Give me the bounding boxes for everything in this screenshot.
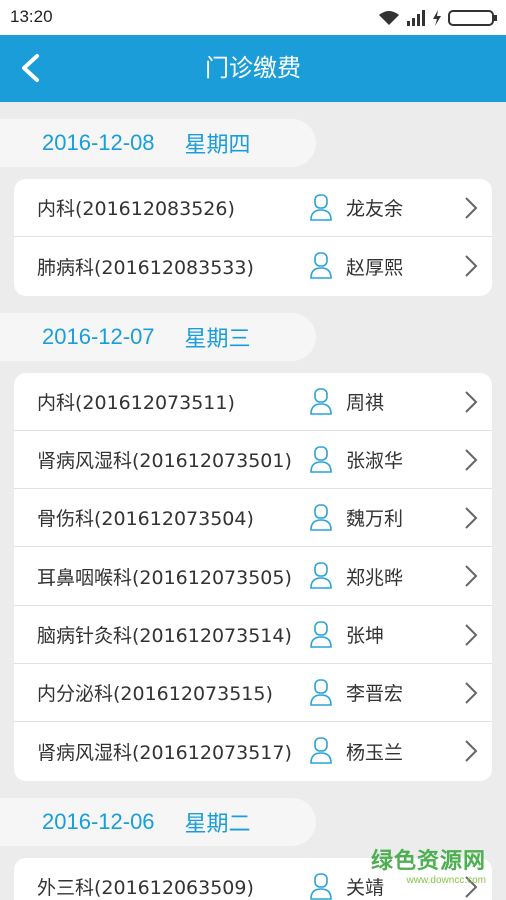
list-item[interactable]: 耳鼻咽喉科(201612073505) 郑兆晔 <box>14 547 492 606</box>
doctor-name: 魏万利 <box>346 508 404 531</box>
doctor-name: 张淑华 <box>346 450 404 473</box>
doctor-name: 郑兆晔 <box>346 566 404 589</box>
department-label: 内科(201612073511) <box>37 391 235 414</box>
doctor-icon <box>310 872 332 900</box>
date-header: 2016-12-07 星期三 <box>0 312 316 361</box>
list-item[interactable]: 外三科(201612063509) 关靖 <box>14 858 492 900</box>
chevron-left-icon <box>22 54 39 82</box>
chevron-right-icon <box>465 875 478 898</box>
weekday-text: 星期四 <box>184 133 251 158</box>
chevron-right-icon <box>465 565 478 588</box>
chevron-right-icon <box>465 197 478 219</box>
list-item[interactable]: 骨伤科(201612073504) 魏万利 <box>14 489 492 548</box>
doctor-icon <box>310 562 332 590</box>
chevron-right-icon <box>465 624 478 646</box>
department-label: 肾病风湿科(201612073501) <box>37 450 292 473</box>
doctor-icon <box>310 194 332 221</box>
doctor-icon <box>310 446 332 473</box>
battery-icon <box>448 10 497 26</box>
signal-icon <box>407 10 425 26</box>
status-icons <box>378 8 498 28</box>
list-item[interactable]: 肺病科(201612083533) 赵厚熙 <box>14 237 492 295</box>
doctor-name: 赵厚熙 <box>346 256 404 279</box>
status-time: 13:20 <box>10 7 53 26</box>
status-bar: 13:20 <box>0 0 506 35</box>
chevron-right-icon <box>465 390 478 413</box>
doctor-name: 周祺 <box>346 391 385 414</box>
chevron-right-icon <box>465 740 478 763</box>
app-bar: 门诊缴费 <box>0 35 506 102</box>
date-text: 2016-12-08 <box>42 130 155 155</box>
doctor-icon <box>310 387 332 415</box>
date-text: 2016-12-07 <box>42 323 155 349</box>
doctor-name: 关靖 <box>346 877 385 900</box>
department-label: 内分泌科(201612073515) <box>37 683 273 706</box>
wifi-icon <box>379 11 399 25</box>
department-label: 脑病针灸科(201612073514) <box>37 624 292 647</box>
department-label: 耳鼻咽喉科(201612073505) <box>37 566 292 589</box>
chevron-right-icon <box>465 507 478 529</box>
department-label: 肺病科(201612083533) <box>37 256 254 279</box>
doctor-name: 杨玉兰 <box>346 742 404 765</box>
chevron-right-icon <box>465 682 478 704</box>
doctor-name: 李晋宏 <box>346 683 404 706</box>
visit-card: 内科(201612073511) 周祺 肾病风湿科(201612073501) … <box>14 372 492 781</box>
doctor-icon <box>310 252 332 280</box>
weekday-text: 星期三 <box>184 326 251 352</box>
doctor-name: 张坤 <box>346 624 385 647</box>
department-label: 骨伤科(201612073504) <box>37 508 254 531</box>
department-label: 内科(201612083526) <box>37 198 235 221</box>
date-header: 2016-12-06 星期二 <box>0 797 316 846</box>
date-text: 2016-12-06 <box>42 808 155 834</box>
list-item[interactable]: 肾病风湿科(201612073517) 杨玉兰 <box>14 722 492 780</box>
doctor-icon <box>310 679 332 706</box>
date-header: 2016-12-08 星期四 <box>0 119 316 167</box>
doctor-icon <box>310 620 332 648</box>
department-label: 肾病风湿科(201612073517) <box>37 742 292 765</box>
list-item[interactable]: 内科(201612073511) 周祺 <box>14 373 492 431</box>
charging-icon <box>433 10 441 26</box>
chevron-right-icon <box>465 255 478 278</box>
visit-card: 外三科(201612063509) 关靖 <box>14 857 492 900</box>
doctor-name: 龙友余 <box>346 198 404 221</box>
chevron-right-icon <box>465 449 478 471</box>
visit-card: 内科(201612083526) 龙友余 肺病科(201612083533) 赵… <box>14 179 492 296</box>
doctor-icon <box>310 504 332 531</box>
list-item[interactable]: 内科(201612083526) 龙友余 <box>14 179 492 238</box>
weekday-text: 星期二 <box>184 811 251 837</box>
list-item[interactable]: 脑病针灸科(201612073514) 张坤 <box>14 606 492 665</box>
department-label: 外三科(201612063509) <box>37 877 254 900</box>
page-title: 门诊缴费 <box>205 54 301 82</box>
list-item[interactable]: 肾病风湿科(201612073501) 张淑华 <box>14 431 492 490</box>
list-item[interactable]: 内分泌科(201612073515) 李晋宏 <box>14 664 492 723</box>
payment-list[interactable]: 2016-12-08 星期四 内科(201612083526) 龙友余 肺病科(… <box>0 102 506 900</box>
back-button[interactable] <box>8 45 52 91</box>
doctor-icon <box>310 737 332 765</box>
